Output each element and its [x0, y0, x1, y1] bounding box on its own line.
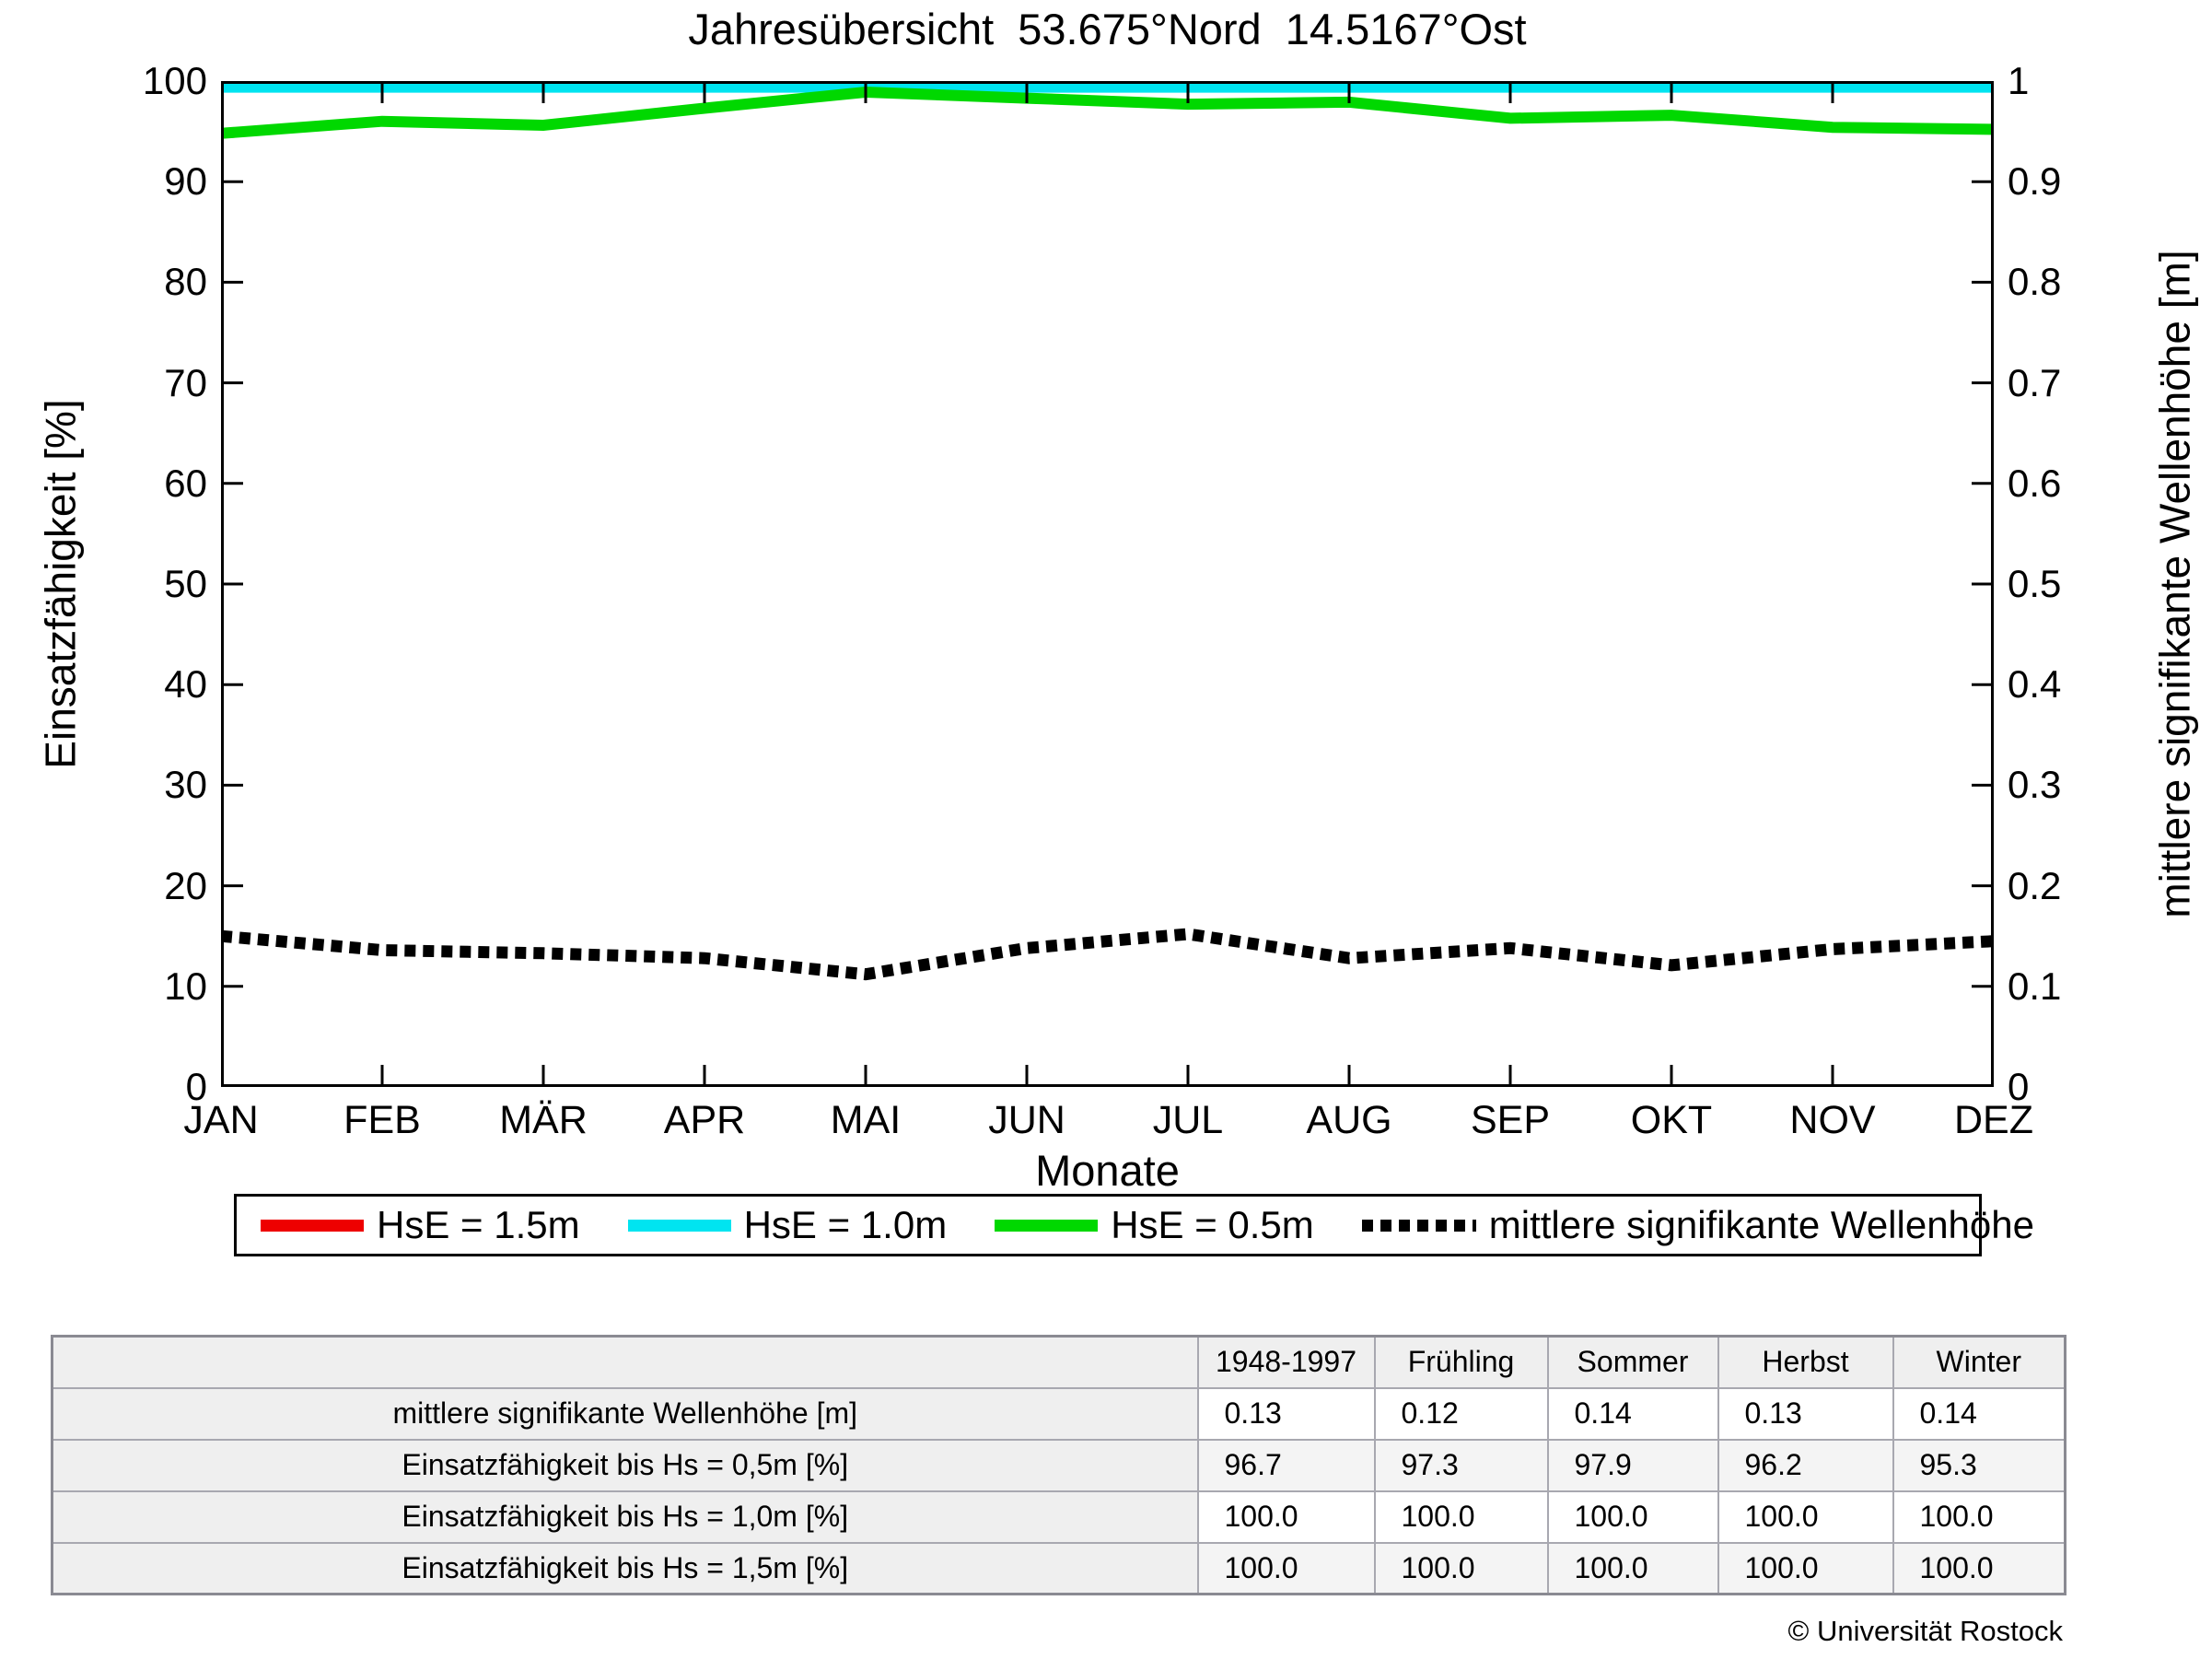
row-label: Einsatzfähigkeit bis Hs = 1,0m [%]: [51, 1490, 1199, 1544]
month-tick-label: MÄR: [499, 1098, 588, 1142]
month-tick-label: DEZ: [1954, 1098, 2033, 1142]
x-axis-title: Monate: [1035, 1146, 1180, 1195]
right-tick-label: 0.2: [2008, 863, 2062, 907]
legend-item-wellenhoehe: mittlere signifikante Wellenhöhe: [1361, 1203, 2034, 1247]
table-cell: 0.13: [1196, 1386, 1376, 1441]
month-tick-label: AUG: [1306, 1098, 1392, 1142]
plot-area: [221, 81, 1994, 1087]
table-cell: 100.0: [1892, 1541, 2066, 1595]
right-tick-label: 0.3: [2008, 763, 2062, 807]
right-tick-label: 0.7: [2008, 360, 2062, 404]
legend-swatch-red-line: [261, 1219, 364, 1232]
legend-swatch-cyan-line: [627, 1219, 731, 1232]
left-tick-label: 100: [142, 59, 207, 102]
legend-swatch-dotted-line: [1361, 1219, 1476, 1232]
table-cell: 100.0: [1717, 1490, 1894, 1544]
table-cell: 0.14: [1546, 1386, 1719, 1441]
table-cell: 0.13: [1717, 1386, 1894, 1441]
month-tick-label: SEP: [1470, 1098, 1551, 1142]
left-axis-title: Einsatzfähigkeit [%]: [26, 81, 96, 1087]
legend-item-hse-0-5m: HsE = 0.5m: [995, 1203, 1314, 1247]
left-tick-label: 80: [164, 260, 207, 304]
right-tick-label: 0.4: [2008, 662, 2062, 707]
table-header-row: 1948-1997 Frühling Sommer Herbst Winter: [51, 1335, 2066, 1389]
row-label: mittlere signifikante Wellenhöhe [m]: [51, 1386, 1199, 1441]
legend-label: HsE = 1.5m: [377, 1203, 580, 1246]
table-cell: 100.0: [1196, 1541, 1376, 1595]
month-tick-label: JUN: [988, 1098, 1065, 1142]
right-axis-tick-labels: 1 0.9 0.8 0.7 0.6 0.5 0.4 0.3 0.2 0.1 0: [2008, 59, 2146, 1108]
row-label: Einsatzfähigkeit bis Hs = 1,5m [%]: [51, 1541, 1199, 1595]
table-header: 1948-1997: [1196, 1335, 1376, 1389]
right-tick-label: 0.6: [2008, 461, 2062, 505]
table-header: Winter: [1892, 1335, 2066, 1389]
right-axis-title-text: mittlere signifikante Wellenhöhe [m]: [2151, 250, 2200, 918]
month-tick-label: JUL: [1152, 1098, 1224, 1142]
table-row: Einsatzfähigkeit bis Hs = 0,5m [%] 96.7 …: [51, 1438, 2066, 1492]
figure-root: Jahresübersicht 53.675°Nord 14.5167°Ost …: [0, 0, 2212, 1659]
table-cell: 96.7: [1196, 1438, 1376, 1492]
copyright-text: © Universität Rostock: [1787, 1615, 2063, 1647]
series-line: [221, 928, 1994, 981]
left-tick-label: 10: [164, 964, 207, 1008]
table-row: mittlere signifikante Wellenhöhe [m] 0.1…: [51, 1386, 2066, 1441]
series-line: [221, 86, 1994, 139]
table-cell: 97.9: [1546, 1438, 1719, 1492]
table-corner-cell: [51, 1335, 1199, 1389]
left-axis-tick-labels: 100 90 80 70 60 50 40 30 20 10 0: [92, 59, 207, 1108]
legend-swatch-green-line: [995, 1219, 1099, 1232]
chart-title: Jahresübersicht 53.675°Nord 14.5167°Ost: [688, 5, 1527, 53]
left-tick-label: 70: [164, 360, 207, 404]
table-cell: 100.0: [1892, 1490, 2066, 1544]
right-axis-title: mittlere signifikante Wellenhöhe [m]: [2138, 81, 2212, 1087]
table-header: Herbst: [1717, 1335, 1894, 1389]
table-cell: 100.0: [1546, 1490, 1719, 1544]
table-cell: 100.0: [1546, 1541, 1719, 1595]
table-cell: 95.3: [1892, 1438, 2066, 1492]
left-axis-title-text: Einsatzfähigkeit [%]: [37, 399, 86, 769]
month-tick-label: OKT: [1630, 1098, 1713, 1142]
right-tick-label: 0.8: [2008, 260, 2062, 304]
table-cell: 0.12: [1373, 1386, 1549, 1441]
month-tick-label: APR: [663, 1098, 746, 1142]
left-tick-label: 60: [164, 461, 207, 505]
left-tick-label: 40: [164, 662, 207, 707]
x-axis-tick-labels: JAN FEB MÄR APR MAI JUN JUL AUG SEP OKT …: [183, 1098, 2033, 1146]
month-tick-label: FEB: [343, 1098, 421, 1142]
left-tick-label: 20: [164, 863, 207, 907]
legend-item-hse-1-0m: HsE = 1.0m: [627, 1203, 948, 1247]
left-tick-label: 90: [164, 159, 207, 204]
left-tick-label: 30: [164, 763, 207, 807]
month-tick-label: NOV: [1789, 1098, 1876, 1142]
legend-label: mittlere signifikante Wellenhöhe: [1488, 1203, 2034, 1246]
table-cell: 100.0: [1373, 1490, 1549, 1544]
month-tick-label: MAI: [830, 1098, 902, 1142]
row-label: Einsatzfähigkeit bis Hs = 0,5m [%]: [51, 1438, 1199, 1492]
chart-svg: [221, 81, 1994, 1087]
right-tick-label: 0.9: [2008, 159, 2062, 204]
data-table: 1948-1997 Frühling Sommer Herbst Winter …: [51, 1335, 2066, 1595]
table-cell: 100.0: [1373, 1541, 1549, 1595]
table-header: Frühling: [1373, 1335, 1549, 1389]
legend-item-hse-1-5m: HsE = 1.5m: [261, 1203, 580, 1247]
table-cell: 97.3: [1373, 1438, 1549, 1492]
legend: HsE = 1.5m HsE = 1.0m HsE = 0.5m mittler…: [234, 1194, 2034, 1256]
table-header: Sommer: [1546, 1335, 1719, 1389]
right-tick-label: 0.1: [2008, 964, 2062, 1008]
table-cell: 100.0: [1717, 1541, 1894, 1595]
right-tick-label: 0.5: [2008, 562, 2062, 605]
table-cell: 0.14: [1892, 1386, 2066, 1441]
legend-label: HsE = 0.5m: [1111, 1203, 1314, 1246]
table-row: Einsatzfähigkeit bis Hs = 1,5m [%] 100.0…: [51, 1541, 2066, 1595]
table-row: Einsatzfähigkeit bis Hs = 1,0m [%] 100.0…: [51, 1490, 2066, 1544]
table-cell: 100.0: [1196, 1490, 1376, 1544]
left-tick-label: 50: [164, 562, 207, 605]
legend-label: HsE = 1.0m: [743, 1203, 948, 1246]
table-cell: 96.2: [1717, 1438, 1894, 1492]
right-tick-label: 1: [2008, 59, 2030, 102]
month-tick-label: JAN: [183, 1098, 259, 1142]
